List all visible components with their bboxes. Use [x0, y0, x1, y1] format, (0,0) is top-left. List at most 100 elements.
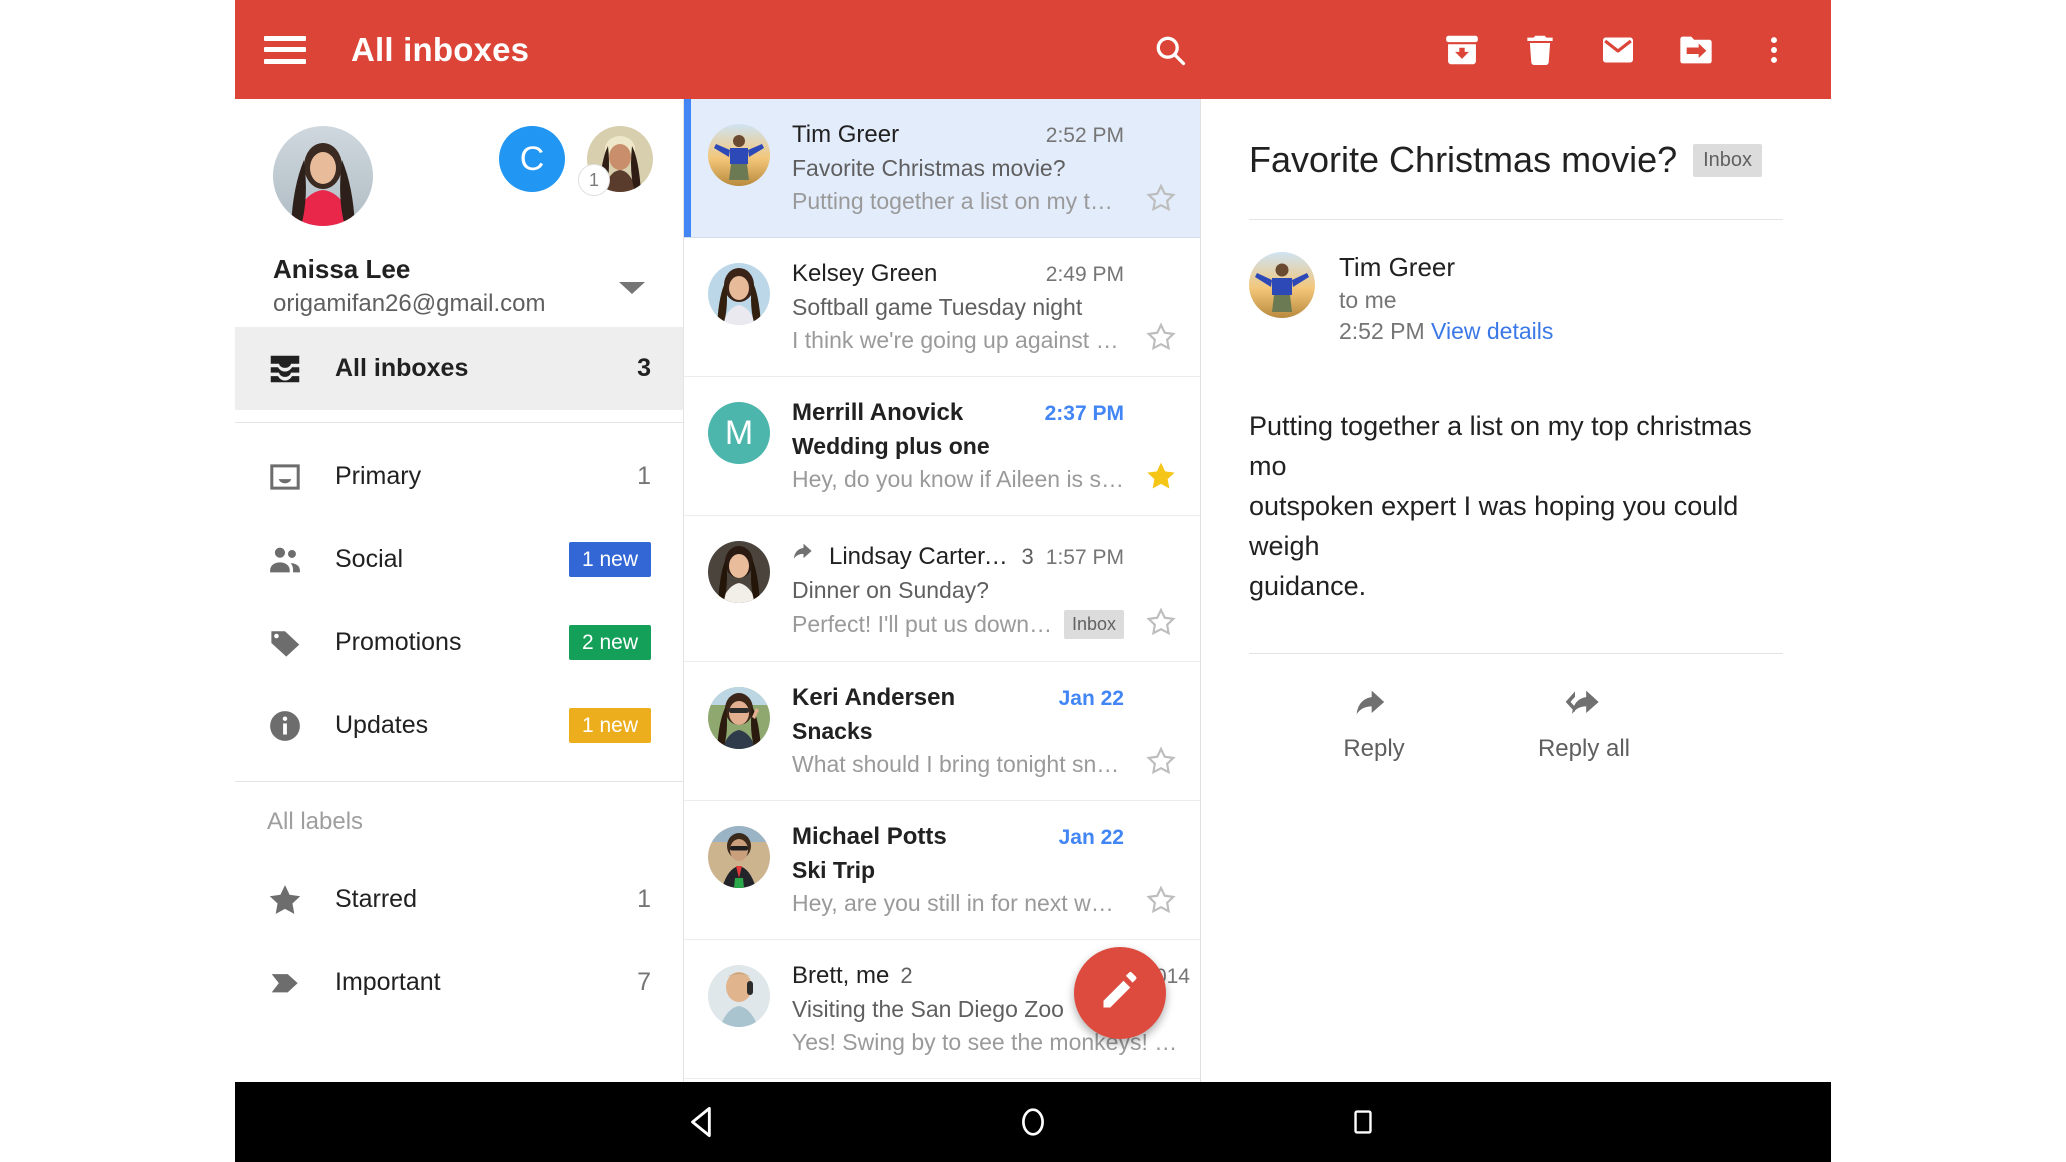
reply-all-button-label: Reply all: [1537, 734, 1631, 762]
account-email: origamifan26@gmail.com: [273, 290, 546, 317]
page-title: Favorite Christmas movie?: [1249, 139, 1678, 180]
sidebar-item-important[interactable]: Important 7: [235, 941, 683, 1024]
sidebar-item-updates[interactable]: Updates 1 new: [235, 684, 683, 767]
reader-sender-row: Tim Greer to me 2:52 PM View details: [1201, 220, 1831, 345]
letterbox-right: [1831, 0, 2066, 1162]
main-content-row: C 1 Anissa Lee origamifan26@gmail.com Al…: [235, 99, 1831, 1082]
info-icon: [235, 707, 335, 745]
device-viewport: All inboxes C 1 Anissa Lee origamifan26@…: [235, 0, 1831, 1162]
navigation-list: All inboxes 3 Primary 1 Social 1 new Pro…: [235, 327, 683, 1024]
screen-root: All inboxes C 1 Anissa Lee origamifan26@…: [0, 0, 2066, 1162]
message-list[interactable]: Tim Greer 2:52 PM Favorite Christmas mov…: [684, 99, 1201, 1082]
avatar[interactable]: [273, 126, 373, 226]
sidebar-item-label: Important: [335, 968, 441, 996]
message-subject: Softball game Tuesday night: [792, 294, 1083, 320]
sidebar-item-count: 3: [637, 354, 651, 382]
android-back-button[interactable]: [658, 1082, 748, 1162]
message-time: 2:49 PM: [1045, 263, 1124, 286]
star-icon[interactable]: [1144, 181, 1178, 215]
compose-fab[interactable]: [1074, 947, 1166, 1039]
reply-button[interactable]: Reply: [1269, 682, 1479, 763]
android-navigation-bar: [235, 1082, 1831, 1162]
star-icon[interactable]: [1144, 744, 1178, 778]
star-icon: [235, 881, 335, 919]
message-snippet-line: Putting together a list on my top christ…: [792, 188, 1124, 215]
sidebar-item-label: Primary: [335, 462, 422, 490]
letterbox-left: [0, 0, 235, 1162]
reader-recipient: to me: [1339, 287, 1397, 313]
avatar-initial-letter: M: [724, 413, 754, 452]
reply-arrow-icon: [1354, 682, 1394, 727]
message-list-item[interactable]: Keri Andersen Jan 22 Snacks What should …: [684, 662, 1200, 801]
chevron-down-icon[interactable]: [619, 282, 645, 294]
archive-icon[interactable]: [1423, 0, 1501, 99]
message-subject: Snacks: [792, 718, 873, 744]
view-details-link[interactable]: View details: [1431, 318, 1553, 344]
message-time: Jan 22: [1058, 687, 1124, 710]
reader-time: 2:52 PM: [1339, 318, 1425, 344]
sidebar-section-all-labels: All labels: [267, 808, 364, 835]
star-icon-filled[interactable]: [1144, 459, 1178, 493]
sidebar-item-count: 7: [637, 968, 651, 996]
message-content: Michael Potts Jan 22 Ski Trip Hey, are y…: [770, 823, 1134, 917]
message-thread-count: 2: [900, 963, 913, 988]
star-icon[interactable]: [1144, 605, 1178, 639]
message-snippet: Hey, do you know if Aileen is still avai…: [792, 466, 1124, 492]
avatar-tertiary-wrapper[interactable]: 1: [578, 126, 653, 196]
sidebar-item-label: Starred: [335, 885, 417, 913]
avatar: [708, 124, 770, 186]
message-list-item[interactable]: M Merrill Anovick 2:37 PM Wedding plus o…: [684, 377, 1200, 516]
message-time: 1:57 PM: [1045, 546, 1124, 569]
app-bar-title: All inboxes: [351, 30, 530, 68]
sidebar-item-label: All inboxes: [335, 354, 469, 382]
android-recents-button[interactable]: [1318, 1082, 1408, 1162]
app-bar: All inboxes: [235, 0, 1831, 99]
message-snippet-line: Hey, do you know if Aileen is still avai…: [792, 466, 1124, 493]
message-list-item[interactable]: Tim Greer 2:52 PM Favorite Christmas mov…: [684, 99, 1200, 238]
hamburger-menu-icon[interactable]: [262, 33, 308, 67]
sidebar-item-all-inboxes[interactable]: All inboxes 3: [235, 327, 683, 410]
message-list-item[interactable]: Kelsey Green 2:49 PM Softball game Tuesd…: [684, 238, 1200, 377]
reply-arrow-icon: [792, 538, 818, 564]
account-avatars: C 1: [235, 126, 683, 230]
reader-subject-row: Favorite Christmas movie? Inbox: [1201, 99, 1831, 181]
sidebar-item-label: Promotions: [335, 628, 462, 656]
sidebar-item-promotions[interactable]: Promotions 2 new: [235, 601, 683, 684]
star-icon[interactable]: [1144, 320, 1178, 354]
sidebar-divider-1: [235, 422, 683, 423]
avatar: [1249, 252, 1315, 318]
reply-all-button[interactable]: Reply all: [1479, 682, 1689, 763]
sidebar-item-social[interactable]: Social 1 new: [235, 518, 683, 601]
avatar-initial: M: [708, 402, 770, 464]
move-to-folder-icon[interactable]: [1657, 0, 1735, 99]
message-sender: Keri Andersen: [792, 684, 956, 711]
avatar-initial-secondary[interactable]: C: [499, 126, 565, 192]
message-header-line: Merrill Anovick 2:37 PM: [792, 399, 1124, 427]
search-icon[interactable]: [1131, 0, 1209, 99]
reader-label-chip: Inbox: [1693, 143, 1763, 177]
reader-time-row: 2:52 PM View details: [1339, 318, 1553, 345]
all-inboxes-icon: [235, 350, 335, 388]
message-header-line: Tim Greer 2:52 PM: [792, 121, 1124, 149]
message-content: Merrill Anovick 2:37 PM Wedding plus one…: [770, 399, 1134, 493]
message-content: Lindsay Carter, Anissa Lee 3 1:57 PM Din…: [770, 538, 1134, 639]
message-header-line: Michael Potts Jan 22: [792, 823, 1124, 851]
delete-icon[interactable]: [1501, 0, 1579, 99]
account-header[interactable]: C 1 Anissa Lee origamifan26@gmail.com: [235, 99, 683, 327]
people-icon: [235, 541, 335, 579]
message-list-item[interactable]: Michael Potts Jan 22 Ski Trip Hey, are y…: [684, 801, 1200, 940]
inbox-icon: [235, 459, 335, 495]
avatar-initial-letter: C: [519, 139, 545, 178]
sidebar-item-badge: 2 new: [568, 625, 651, 660]
important-chevron-icon: [235, 964, 335, 1002]
star-icon[interactable]: [1144, 883, 1178, 917]
mark-unread-icon[interactable]: [1579, 0, 1657, 99]
sidebar-item-starred[interactable]: Starred 1: [235, 858, 683, 941]
sidebar-item-primary[interactable]: Primary 1: [235, 435, 683, 518]
overflow-menu-icon[interactable]: [1735, 0, 1813, 99]
message-header-line: Keri Andersen Jan 22: [792, 684, 1124, 712]
android-home-button[interactable]: [988, 1082, 1078, 1162]
message-list-item[interactable]: Lindsay Carter, Anissa Lee 3 1:57 PM Din…: [684, 516, 1200, 662]
reader-body: Putting together a list on my top christ…: [1249, 411, 1752, 601]
avatar: [708, 687, 770, 749]
